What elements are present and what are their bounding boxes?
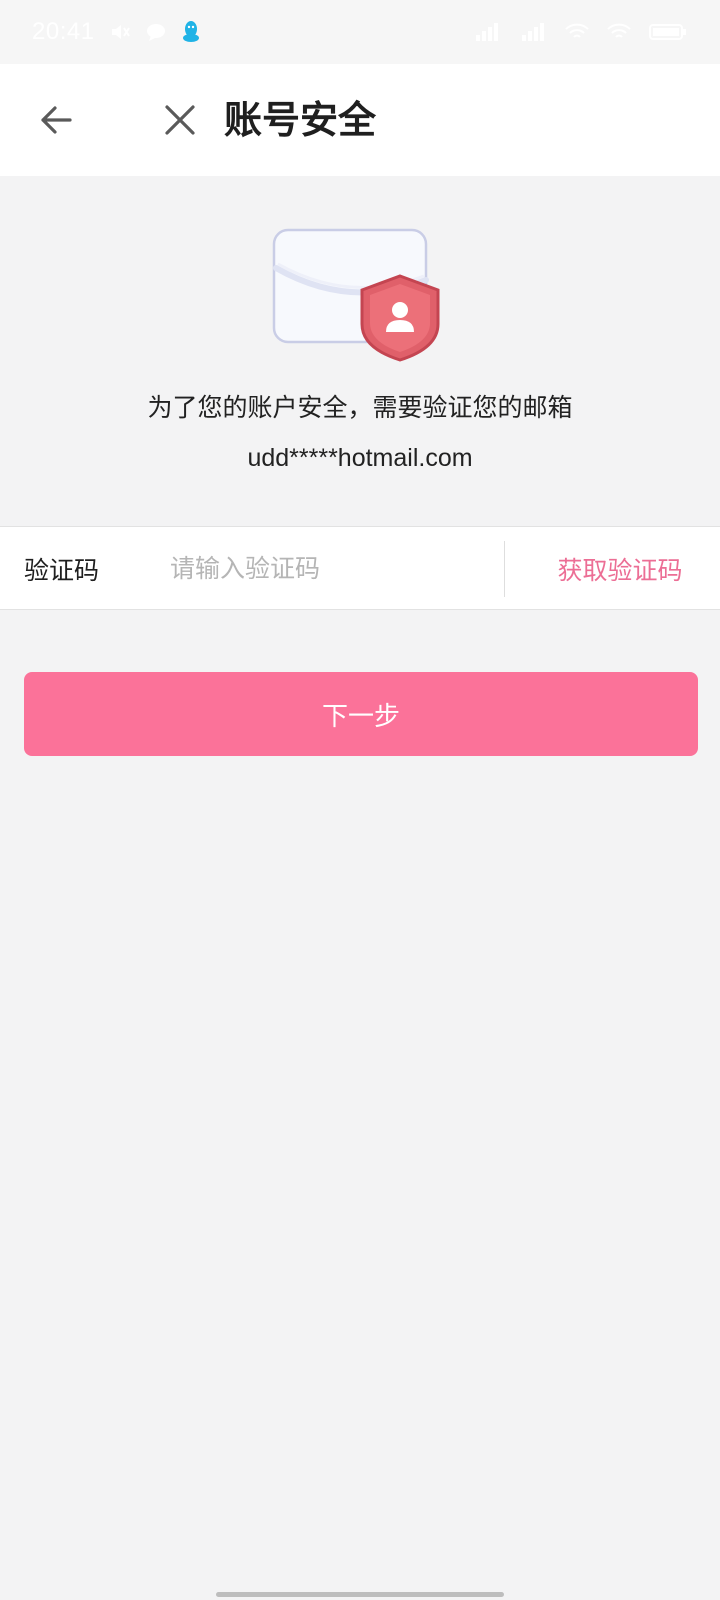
signal-4g-icon [518, 21, 548, 43]
get-code-button[interactable]: 获取验证码 [520, 541, 720, 597]
verification-code-input[interactable] [170, 543, 490, 593]
close-icon [165, 105, 195, 135]
wifi-icon [564, 21, 590, 43]
verification-message: 为了您的账户安全，需要验证您的邮箱 [147, 393, 573, 422]
mute-icon [109, 21, 131, 43]
screen: 20:41 账号安全 为了您的账户安全，需要验证您的邮箱 udd*****hot… [0, 0, 720, 1600]
arrow-left-icon [41, 106, 72, 134]
status-right [472, 21, 688, 43]
battery-icon [648, 21, 688, 43]
envelope-shield-icon [272, 228, 440, 362]
status-time: 20:41 [32, 18, 95, 45]
verification-code-row: 验证码 获取验证码 [0, 526, 720, 610]
signal-5g-icon [472, 21, 502, 43]
status-bar: 20:41 [0, 0, 720, 64]
hero-section: 为了您的账户安全，需要验证您的邮箱 udd*****hotmail.com [0, 176, 720, 526]
code-label: 验证码 [24, 556, 100, 585]
page-title: 账号安全 [224, 98, 377, 142]
masked-email: udd*****hotmail.com [247, 444, 473, 472]
status-left: 20:41 [32, 18, 201, 46]
row-divider [504, 541, 505, 597]
next-step-button[interactable]: 下一步 [24, 672, 698, 756]
wifi-icon [606, 21, 632, 43]
chat-bubble-icon [145, 21, 167, 43]
home-indicator[interactable] [216, 1592, 504, 1597]
back-button[interactable] [36, 100, 76, 140]
close-button[interactable] [160, 100, 200, 140]
qq-penguin-icon [181, 20, 201, 44]
header: 账号安全 [0, 64, 720, 176]
